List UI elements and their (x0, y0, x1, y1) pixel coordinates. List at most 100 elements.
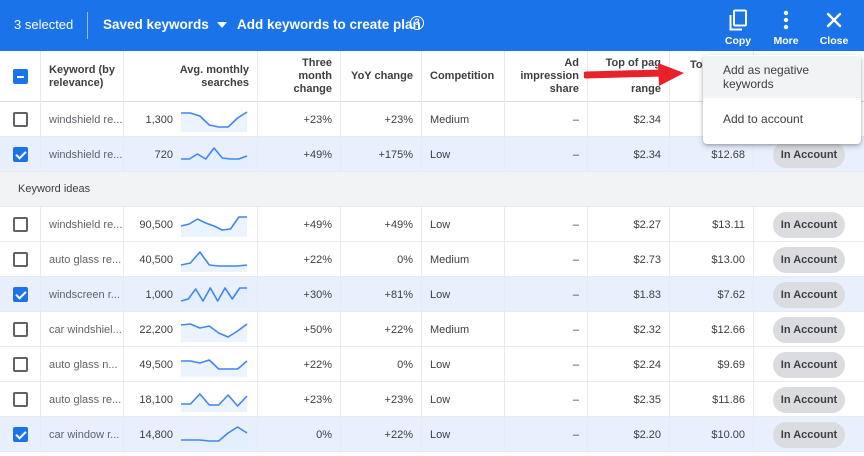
keyword-value[interactable]: car window r... (49, 429, 119, 441)
keyword-value[interactable]: windscreen r... (49, 289, 120, 301)
row-checkbox[interactable] (12, 392, 28, 407)
competition-cell: Low (422, 137, 505, 172)
keyword-value[interactable]: auto glass re... (49, 394, 121, 406)
in-account-badge[interactable]: In Account (773, 351, 845, 378)
more-button[interactable]: More (766, 8, 806, 47)
ad-share-cell: – (505, 382, 588, 417)
add-to-account-item[interactable]: Add to account (703, 98, 861, 140)
table-row[interactable]: auto glass re... 18,100 +23% +23% Low – $2.35 $… (0, 382, 864, 417)
keyword-value[interactable]: car windshiel... (49, 324, 122, 336)
keyword-cell: windshield re... (41, 102, 124, 137)
annotation-arrow-icon (584, 63, 684, 86)
row-checkbox[interactable] (12, 252, 28, 267)
ad-share-cell: – (505, 207, 588, 242)
in-account-badge[interactable]: In Account (773, 246, 845, 273)
row-checkbox[interactable] (12, 322, 28, 337)
ad-share-cell: – (505, 102, 588, 137)
ad-share-cell: – (505, 417, 588, 452)
three-month-header-line1: Three month (298, 57, 332, 82)
row-checkbox[interactable] (12, 112, 28, 127)
yoy-value: +175% (378, 148, 413, 161)
yoy-cell: +81% (341, 277, 422, 312)
avg-monthly-searches-value: 22,200 (139, 323, 173, 336)
yoy-value: +23% (384, 113, 413, 126)
three-month-cell: +30% (258, 277, 341, 312)
keyword-column-header[interactable]: Keyword (by relevance) (41, 51, 124, 102)
in-account-badge[interactable]: In Account (773, 141, 845, 168)
top-high-cell: $13.00 (670, 242, 754, 277)
yoy-value: 0% (397, 358, 413, 371)
keyword-value[interactable]: windshield re... (49, 114, 122, 126)
top-low-cell: $2.32 (588, 312, 670, 347)
ad-impression-share-header[interactable]: Ad impression share (505, 51, 588, 102)
in-account-badge[interactable]: In Account (773, 281, 845, 308)
keyword-value[interactable]: auto glass n... (49, 359, 118, 371)
keyword-cell: car windshiel... (41, 312, 124, 347)
table-row[interactable]: car window r... 14,800 0% +22% Low – $2.20 $10.… (0, 417, 864, 452)
help-icon[interactable]: ? (410, 16, 424, 30)
close-button[interactable]: Close (814, 8, 854, 47)
three-month-cell: +49% (258, 207, 341, 242)
row-checkbox-cell (0, 382, 41, 417)
keyword-header-line1: Keyword (by (49, 63, 116, 76)
copy-button[interactable]: Copy (718, 8, 758, 47)
in-account-badge[interactable]: In Account (773, 211, 845, 238)
avg-monthly-searches-value: 49,500 (139, 358, 173, 371)
saved-keywords-dropdown[interactable]: Saved keywords (103, 17, 227, 32)
competition-value: Low (430, 288, 451, 301)
row-checkbox[interactable] (12, 147, 28, 162)
in-account-badge[interactable]: In Account (773, 421, 845, 448)
competition-value: Medium (430, 253, 470, 266)
select-all-checkbox[interactable] (12, 69, 28, 84)
competition-value: Low (430, 148, 451, 161)
trend-sparkline (180, 322, 248, 342)
selected-count: 3 selected (14, 17, 74, 32)
keyword-value[interactable]: windshield re... (49, 149, 122, 161)
table-row[interactable]: car windshiel... 22,200 +50% +22% Medium – $2.… (0, 312, 864, 347)
keyword-cell: auto glass re... (41, 242, 124, 277)
keyword-cell: windscreen r... (41, 277, 124, 312)
status-cell: In Account (754, 312, 864, 347)
three-month-change-header[interactable]: Three month change (258, 51, 341, 102)
yoy-cell: +23% (341, 382, 422, 417)
status-cell: In Account (754, 242, 864, 277)
row-checkbox[interactable] (12, 357, 28, 372)
copy-label: Copy (724, 35, 752, 47)
add-keywords-to-plan-button[interactable]: Add keywords to create plan (237, 17, 421, 32)
competition-cell: Low (422, 382, 505, 417)
yoy-cell: +22% (341, 312, 422, 347)
row-checkbox[interactable] (12, 217, 28, 232)
yoy-cell: +49% (341, 207, 422, 242)
keyword-value[interactable]: auto glass re... (49, 254, 121, 266)
yoy-change-header[interactable]: YoY change (341, 51, 422, 102)
in-account-badge[interactable]: In Account (773, 386, 845, 413)
table-row[interactable]: windshield re... 90,500 +49% +49% Low – $2.27 $… (0, 207, 864, 242)
yoy-cell: +22% (341, 417, 422, 452)
sparkline-line (181, 392, 248, 407)
three-month-cell: +22% (258, 242, 341, 277)
row-checkbox-cell (0, 102, 41, 137)
row-checkbox[interactable] (12, 427, 28, 442)
table-row[interactable]: auto glass re... 40,500 +22% 0% Medium – $2.73… (0, 242, 864, 277)
table-row[interactable]: windscreen r... 1,000 +30% +81% Low – $1.83 $7.… (0, 277, 864, 312)
top-high-cell: $10.00 (670, 417, 754, 452)
yoy-value: +49% (384, 218, 413, 231)
select-all-cell[interactable] (0, 51, 41, 102)
keyword-value[interactable]: windshield re... (49, 219, 122, 231)
competition-header[interactable]: Competition (422, 51, 505, 102)
avg-monthly-searches-header[interactable]: Avg. monthly searches (124, 51, 258, 102)
row-checkbox[interactable] (12, 287, 28, 302)
three-month-cell: +22% (258, 347, 341, 382)
add-as-negative-keywords-item[interactable]: Add as negative keywords (703, 56, 861, 98)
row-checkbox-cell (0, 242, 41, 277)
sparkline-area (181, 323, 247, 342)
ad-share-value: – (572, 323, 579, 336)
trend-sparkline (181, 110, 248, 132)
in-account-badge[interactable]: In Account (773, 316, 845, 343)
avg-monthly-searches-cell: 14,800 (124, 417, 258, 452)
three-month-value: +50% (303, 323, 332, 336)
three-month-cell: 0% (258, 417, 341, 452)
yoy-cell: +23% (341, 102, 422, 137)
trend-sparkline (181, 146, 248, 167)
table-row[interactable]: auto glass n... 49,500 +22% 0% Low – $2.24 $9.6… (0, 347, 864, 382)
